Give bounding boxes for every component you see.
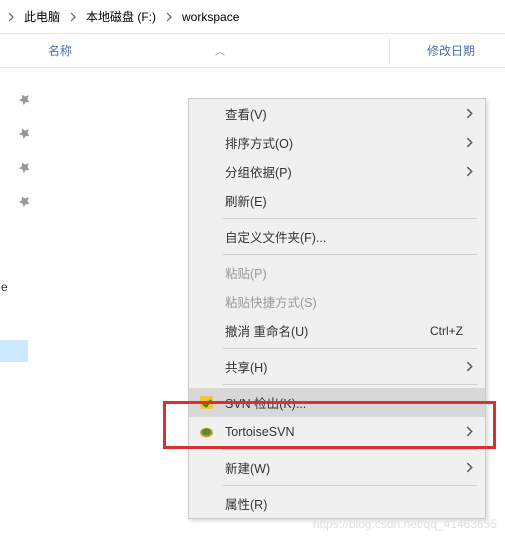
tortoise-icon [197, 423, 215, 441]
menu-separator [223, 348, 477, 349]
menu-sort[interactable]: 排序方式(O) [189, 128, 485, 157]
svn-checkout-icon [197, 394, 215, 412]
menu-separator [223, 485, 477, 486]
menu-separator [223, 449, 477, 450]
menu-new[interactable]: 新建(W) [189, 453, 485, 482]
menu-properties[interactable]: 属性(R) [189, 489, 485, 518]
menu-label: 排序方式(O) [225, 133, 459, 152]
menu-view[interactable]: 查看(V) [189, 99, 485, 128]
chevron-right-icon[interactable] [162, 10, 176, 24]
menu-shortcut: Ctrl+Z [430, 324, 463, 338]
menu-label: 撤消 重命名(U) [225, 321, 430, 340]
menu-paste: 粘贴(P) [189, 258, 485, 287]
pin-icon [15, 89, 35, 109]
menu-tortoise-svn[interactable]: TortoiseSVN [189, 417, 485, 446]
menu-label: 粘贴快捷方式(S) [225, 292, 473, 311]
breadcrumb-item-folder[interactable]: workspace [176, 8, 245, 26]
menu-label: 属性(R) [225, 494, 473, 513]
menu-refresh[interactable]: 刷新(E) [189, 186, 485, 215]
pin-icon [15, 191, 35, 211]
pin-icon [15, 123, 35, 143]
column-headers: 名称 ︿ 修改日期 [0, 34, 505, 68]
column-date[interactable]: 修改日期 [427, 42, 475, 59]
column-divider[interactable] [389, 38, 390, 64]
breadcrumb-item-drive[interactable]: 本地磁盘 (F:) [80, 6, 162, 27]
menu-undo[interactable]: 撤消 重命名(U) Ctrl+Z [189, 316, 485, 345]
selected-row[interactable] [0, 340, 28, 362]
menu-svn-checkout[interactable]: SVN 检出(K)... [189, 388, 485, 417]
quick-access-pins [18, 92, 32, 208]
menu-label: TortoiseSVN [225, 425, 459, 439]
chevron-right-icon [459, 361, 473, 372]
chevron-right-icon[interactable] [66, 10, 80, 24]
breadcrumb-item-pc[interactable]: 此电脑 [18, 6, 66, 27]
column-name[interactable]: 名称 [48, 42, 72, 59]
menu-separator [223, 254, 477, 255]
menu-label: 查看(V) [225, 104, 459, 123]
menu-label: 粘贴(P) [225, 263, 473, 282]
chevron-right-icon [459, 462, 473, 473]
menu-paste-shortcut: 粘贴快捷方式(S) [189, 287, 485, 316]
menu-customize[interactable]: 自定义文件夹(F)... [189, 222, 485, 251]
menu-label: 新建(W) [225, 458, 459, 477]
chevron-right-icon [459, 108, 473, 119]
watermark: https://blog.csdn.net/qq_41463655 [313, 517, 497, 531]
menu-separator [223, 384, 477, 385]
sort-indicator-icon: ︿ [215, 43, 225, 58]
context-menu: 查看(V) 排序方式(O) 分组依据(P) 刷新(E) 自定义文件夹(F)...… [188, 98, 486, 519]
chevron-right-icon [459, 166, 473, 177]
breadcrumb: 此电脑 本地磁盘 (F:) workspace [0, 0, 505, 34]
menu-label: 分组依据(P) [225, 162, 459, 181]
menu-label: SVN 检出(K)... [225, 393, 473, 412]
menu-label: 刷新(E) [225, 191, 473, 210]
partial-text: e [1, 280, 8, 294]
menu-share[interactable]: 共享(H) [189, 352, 485, 381]
pin-icon [15, 157, 35, 177]
chevron-right-icon[interactable] [4, 10, 18, 24]
chevron-right-icon [459, 426, 473, 437]
menu-label: 自定义文件夹(F)... [225, 227, 473, 246]
menu-group[interactable]: 分组依据(P) [189, 157, 485, 186]
menu-label: 共享(H) [225, 357, 459, 376]
chevron-right-icon [459, 137, 473, 148]
menu-separator [223, 218, 477, 219]
